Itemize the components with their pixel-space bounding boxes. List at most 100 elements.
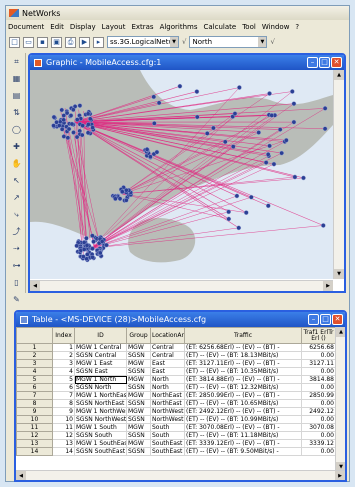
table-cell[interactable]: 2	[52, 351, 75, 360]
network-node[interactable]	[61, 134, 67, 139]
table-row[interactable]: 6 6 SGSN North SGSN North (ET) -- (EV) -- (BT…	[16, 383, 336, 392]
network-node[interactable]	[154, 149, 160, 155]
table-row[interactable]: 13 13 MGW 1 SouthEast MGW SouthEast (ET: 3339…	[16, 439, 336, 448]
network-node[interactable]	[97, 250, 103, 256]
table-cell[interactable]: 11	[52, 423, 75, 432]
table-cell[interactable]: 0.00	[301, 399, 336, 408]
network-node[interactable]	[283, 137, 289, 143]
run-icon[interactable]: ▶	[79, 36, 90, 48]
table-cell[interactable]: MGW 1 SouthEast	[74, 439, 127, 448]
table-cell[interactable]: SGSN	[126, 351, 151, 360]
menu-tool[interactable]: Tool	[242, 23, 256, 31]
table-cell[interactable]: SGSN	[126, 431, 151, 440]
column-header[interactable]: Index	[52, 327, 75, 344]
network-node[interactable]	[292, 174, 298, 180]
table-cell[interactable]: Central	[150, 351, 185, 360]
network-node[interactable]	[222, 139, 228, 145]
table-cell[interactable]: SGSN Central	[74, 351, 127, 360]
table-cell[interactable]: SGSN	[126, 447, 151, 456]
table-cell[interactable]: 7	[52, 391, 75, 400]
table-window[interactable]: Table - <MS-DEVICE (28)>MobileAccess.cfg…	[14, 310, 347, 482]
network-node[interactable]	[320, 223, 326, 228]
table-cell[interactable]: MGW	[126, 439, 151, 448]
table-row[interactable]: 11 11 MGW 1 South MGW South (ET: 3070.08Erl) …	[16, 423, 336, 432]
row-header[interactable]: 3	[16, 359, 53, 368]
table-cell[interactable]: 1	[52, 343, 75, 352]
network-node[interactable]	[77, 103, 83, 108]
menu-display[interactable]: Display	[70, 23, 96, 31]
row-header[interactable]: 1	[16, 343, 53, 352]
table-row[interactable]: 9 9 MGW 1 NorthWest MGW NorthWest (ET: 2492.1…	[16, 407, 336, 416]
table-cell[interactable]: MGW 1 NorthEast	[74, 391, 127, 400]
network-node[interactable]	[291, 119, 297, 125]
table-cell[interactable]: MGW 1 South	[74, 423, 127, 432]
row-header[interactable]: 13	[16, 439, 53, 448]
network-node[interactable]	[236, 225, 242, 231]
text-tool-icon[interactable]: ▯	[11, 277, 23, 289]
table-cell[interactable]: NorthWest	[150, 415, 185, 424]
table-row[interactable]: 1 1 MGW 1 Central MGW Central (ET: 6256.68Erl…	[16, 343, 336, 352]
network-node[interactable]	[151, 94, 157, 100]
network-map-canvas[interactable]	[30, 70, 333, 279]
table-cell[interactable]: MGW 1 North	[74, 375, 127, 384]
table-cell[interactable]: (ET) -- (EV) -- (BT: 10.65MBit/s)	[184, 399, 302, 408]
network-node[interactable]	[65, 135, 71, 141]
select-rect-icon[interactable]: ⌗	[11, 56, 23, 68]
menu-document[interactable]: Document	[8, 23, 44, 31]
row-header[interactable]: 2	[16, 351, 53, 360]
scroll-up-icon[interactable]: ▲	[336, 327, 345, 337]
network-node[interactable]	[194, 114, 200, 120]
network-node[interactable]	[322, 126, 328, 132]
table-cell[interactable]: SGSN SouthEast	[74, 447, 127, 456]
pen-icon[interactable]: ✎	[11, 294, 23, 306]
network-node[interactable]	[144, 147, 150, 152]
open-folder-icon[interactable]: ▭	[23, 36, 34, 48]
table-cell[interactable]: 3339.12	[301, 439, 336, 448]
network-node[interactable]	[51, 123, 56, 128]
table-cell[interactable]: 0.00	[301, 383, 336, 392]
table-cell[interactable]: 3	[52, 359, 75, 368]
link-add-icon[interactable]: ⤴	[11, 226, 23, 238]
row-header[interactable]: 12	[16, 431, 53, 440]
table-cell[interactable]: South	[150, 423, 185, 432]
network-node[interactable]	[51, 114, 57, 120]
graphic-window-titlebar[interactable]: Graphic - MobileAccess.cfg:1 – □ ✕	[30, 55, 344, 70]
network-node[interactable]	[267, 143, 272, 149]
scroll-left-icon[interactable]: ◀	[16, 471, 26, 480]
network-node[interactable]	[99, 238, 105, 244]
network-node[interactable]	[68, 113, 74, 118]
network-node[interactable]	[61, 117, 67, 123]
graphic-horizontal-scrollbar[interactable]: ◀ ▶	[30, 280, 333, 291]
table-cell[interactable]: 0.00	[301, 431, 336, 440]
network-node[interactable]	[85, 252, 90, 257]
table-row[interactable]: 14 14 SGSN SouthEast SGSN SouthEast (ET) -- (…	[16, 447, 336, 456]
table-cell[interactable]: 9	[52, 407, 75, 416]
network-node[interactable]	[104, 242, 109, 248]
table-row[interactable]: 4 4 SGSN East SGSN East (ET) -- (EV) -- (BT: …	[16, 367, 336, 376]
table-cell[interactable]: 3070.08	[301, 423, 336, 432]
table-cell[interactable]: MGW 1 NorthWest	[74, 407, 127, 416]
menu-extras[interactable]: Extras	[131, 23, 153, 31]
table-cell[interactable]: 6	[52, 383, 75, 392]
network-node[interactable]	[177, 83, 183, 89]
table-cell[interactable]: MGW	[126, 375, 151, 384]
table-cell[interactable]: 3127.11	[301, 359, 336, 368]
column-header[interactable]: Traf1 ErlTr Erl ()	[301, 327, 336, 344]
table-row[interactable]: 3 3 MGW 1 East MGW East (ET: 3127.11Erl) -- (…	[16, 359, 336, 368]
scroll-right-icon[interactable]: ▶	[335, 471, 345, 480]
grid-icon[interactable]: ▦	[11, 73, 23, 85]
network-node[interactable]	[256, 130, 262, 135]
network-node[interactable]	[61, 113, 67, 118]
table-row[interactable]: 8 8 SGSN NorthEast SGSN NorthEast (ET) -- (EV…	[16, 399, 336, 408]
graphic-vertical-scrollbar[interactable]: ▲ ▼	[333, 70, 344, 279]
table-cell[interactable]: 8	[52, 399, 75, 408]
table-cell[interactable]: NorthEast	[150, 399, 185, 408]
network-node[interactable]	[80, 123, 85, 128]
network-node[interactable]	[85, 111, 91, 117]
table-cell[interactable]: MGW	[126, 407, 151, 416]
network-node[interactable]	[291, 101, 297, 107]
network-node[interactable]	[289, 89, 295, 94]
column-header[interactable]: ID	[74, 327, 127, 344]
menu-window[interactable]: Window	[262, 23, 290, 31]
table-cell[interactable]: 0.00	[301, 351, 336, 360]
